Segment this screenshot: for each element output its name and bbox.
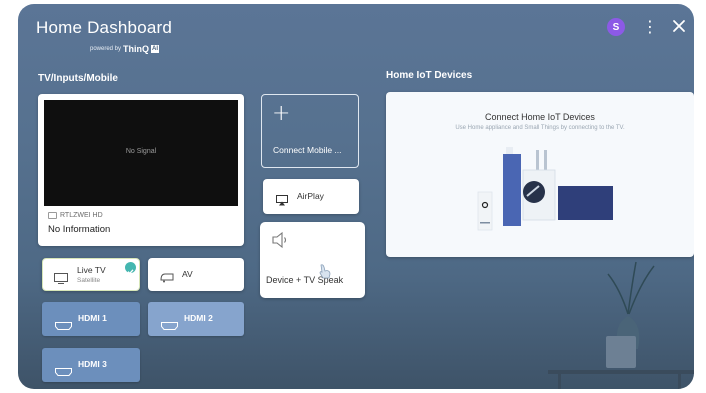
av-icon <box>160 268 174 283</box>
input-live-tv[interactable]: Live TV Satellite <box>42 258 140 291</box>
channel-row: RTLZWEI HD <box>48 212 103 219</box>
hdmi-icon <box>55 315 72 330</box>
airplay-icon <box>276 191 288 206</box>
av-label: AV <box>182 269 193 279</box>
powered-by: powered by ThinQ AI <box>90 44 160 54</box>
live-tv-source: Satellite <box>77 277 101 284</box>
pointer-cursor-icon <box>318 264 332 284</box>
input-hdmi-1[interactable]: HDMI 1 <box>42 302 140 336</box>
input-av[interactable]: AV <box>148 258 244 291</box>
ai-badge: AI <box>151 45 160 53</box>
iot-card-subtitle: Use Home appliance and Small Things by c… <box>455 125 625 131</box>
profile-avatar[interactable]: S <box>607 18 625 36</box>
input-hdmi-2[interactable]: HDMI 2 <box>148 302 244 336</box>
iot-illustration <box>477 147 613 231</box>
connect-mobile-label: Connect Mobile ... <box>273 145 342 155</box>
input-hdmi-3[interactable]: HDMI 3 <box>42 348 140 382</box>
section-title-inputs: TV/Inputs/Mobile <box>38 73 118 84</box>
hdmi-1-label: HDMI 1 <box>78 313 107 323</box>
live-tv-preview-card[interactable]: No Signal RTLZWEI HD No Information <box>38 94 244 246</box>
live-tv-label: Live TV <box>77 265 106 275</box>
thinq-logo: ThinQ <box>123 44 150 54</box>
tv-icon <box>54 269 68 284</box>
page-title: Home Dashboard <box>36 18 173 37</box>
channel-name: RTLZWEI HD <box>60 212 103 219</box>
plus-icon: + <box>272 101 291 126</box>
close-icon[interactable] <box>670 17 688 35</box>
iot-card-title: Connect Home IoT Devices <box>485 112 595 122</box>
check-icon <box>125 262 136 275</box>
kebab-menu-icon[interactable]: ⋮ <box>642 18 658 36</box>
hdmi-icon <box>161 315 178 330</box>
airplay-button[interactable]: AirPlay <box>263 179 359 214</box>
airplay-label: AirPlay <box>297 191 324 201</box>
hdmi-2-label: HDMI 2 <box>184 313 213 323</box>
hdmi-icon <box>55 361 72 376</box>
powered-by-text: powered by <box>90 46 122 52</box>
tv-speaker-button[interactable]: Device + TV Speak <box>260 222 365 298</box>
program-info: No Information <box>48 224 111 235</box>
speaker-icon <box>270 230 290 250</box>
tv-screen: Home Dashboard powered by ThinQ AI S ⋮ T… <box>18 4 694 389</box>
channel-icon <box>48 212 57 219</box>
no-signal-text: No Signal <box>125 148 157 155</box>
section-title-iot: Home IoT Devices <box>386 70 473 81</box>
hdmi-3-label: HDMI 3 <box>78 359 107 369</box>
connect-iot-card[interactable]: Connect Home IoT Devices Use Home applia… <box>386 92 694 257</box>
connect-mobile-button[interactable]: + Connect Mobile ... <box>261 94 359 168</box>
tv-preview: No Signal <box>44 100 238 206</box>
room-decor <box>548 261 694 389</box>
